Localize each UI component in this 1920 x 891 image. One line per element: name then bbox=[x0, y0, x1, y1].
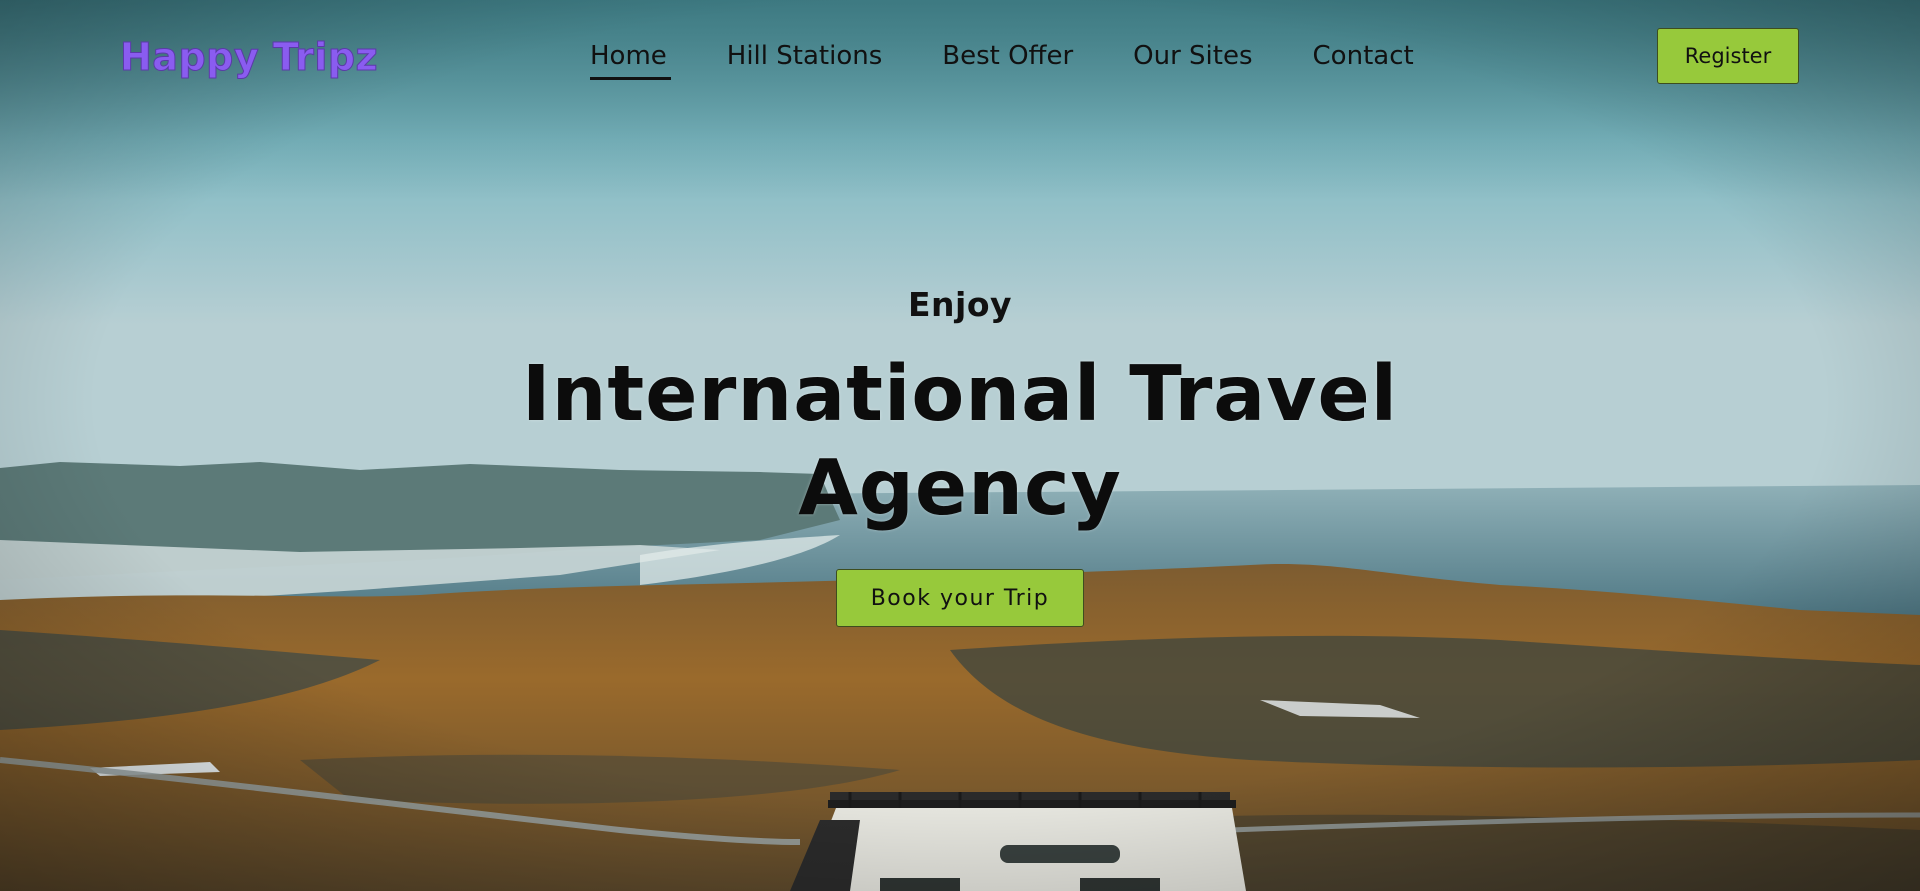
nav-item-home[interactable]: Home bbox=[590, 36, 671, 80]
nav-item-contact[interactable]: Contact bbox=[1313, 36, 1414, 76]
register-button[interactable]: Register bbox=[1657, 28, 1799, 84]
main-nav: Home Hill Stations Best Offer Our Sites … bbox=[590, 36, 1474, 80]
nav-item-our-sites[interactable]: Our Sites bbox=[1133, 36, 1252, 76]
nav-item-best-offer[interactable]: Best Offer bbox=[942, 36, 1073, 76]
hero-title: International Travel Agency bbox=[521, 350, 1399, 533]
hero-section: Enjoy International Travel Agency bbox=[0, 280, 1920, 536]
hero-kicker: Enjoy bbox=[907, 285, 1013, 324]
site-logo[interactable]: Happy Tripz bbox=[119, 33, 378, 81]
book-trip-button[interactable]: Book your Trip bbox=[836, 569, 1084, 627]
nav-item-hill-stations[interactable]: Hill Stations bbox=[727, 36, 882, 76]
top-navigation-bar: Happy Tripz Home Hill Stations Best Offe… bbox=[0, 0, 1920, 115]
